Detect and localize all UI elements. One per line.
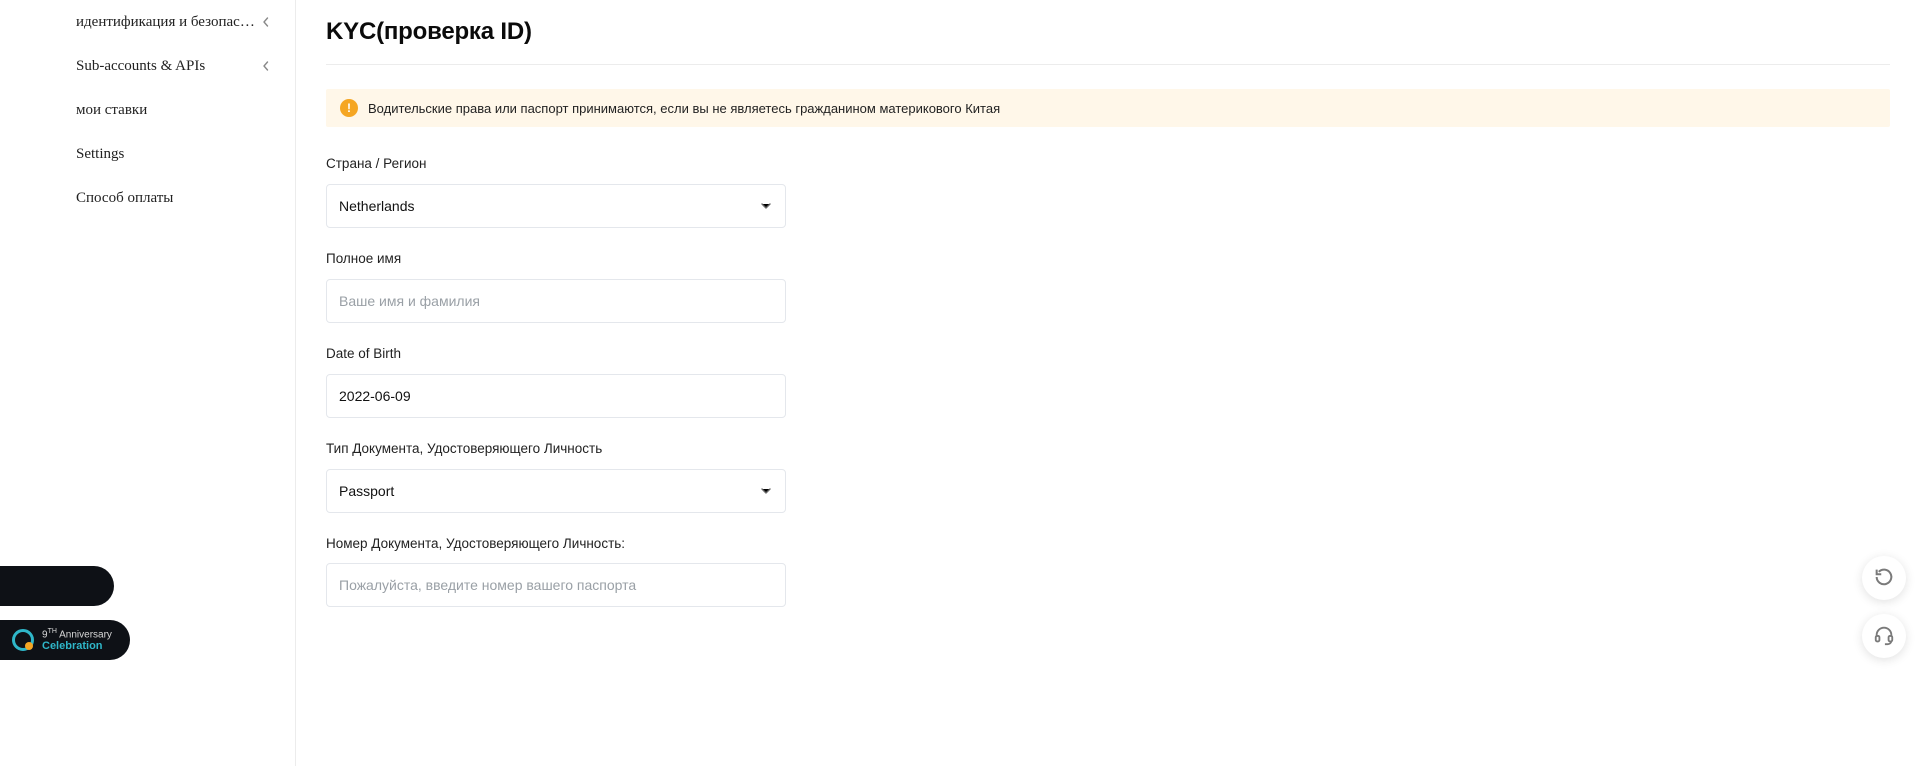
sidebar-item-identification-security[interactable]: идентификация и безопасно… (0, 0, 295, 44)
field-label: Страна / Регион (326, 155, 786, 174)
doc-number-control (326, 563, 786, 607)
field-label: Date of Birth (326, 345, 786, 364)
chevron-left-icon (261, 61, 271, 71)
sidebar-item-label: мои ставки (76, 102, 271, 119)
info-notice: ! Водительские права или паспорт принима… (326, 89, 1890, 127)
anniversary-pill[interactable]: 9TH Anniversary Celebration (0, 620, 130, 660)
anniversary-line1-suffix: Anniversary (57, 629, 112, 640)
field-label: Тип Документа, Удостоверяющего Личность (326, 440, 786, 459)
notice-text: Водительские права или паспорт принимают… (368, 101, 1000, 116)
anniversary-line2: Celebration (42, 640, 112, 652)
sidebar-item-label: идентификация и безопасно… (76, 14, 255, 31)
field-doc-type: Тип Документа, Удостоверяющего Личность … (326, 440, 786, 513)
headset-icon (1873, 624, 1895, 649)
sidebar-item-label: Sub-accounts & APIs (76, 58, 255, 75)
doc-type-select[interactable]: Passport (326, 469, 786, 513)
field-country: Страна / Регион Netherlands (326, 155, 786, 228)
side-action-buttons (1862, 556, 1906, 658)
warning-icon: ! (340, 99, 358, 117)
doc-number-input[interactable] (339, 564, 773, 606)
field-label: Номер Документа, Удостоверяющего Личност… (326, 535, 786, 554)
page-title: KYC(проверка ID) (326, 18, 1890, 46)
sidebar-item-payment-method[interactable]: Способ оплаты (0, 176, 295, 220)
dob-control (326, 374, 786, 418)
anniversary-ring-icon (12, 629, 34, 651)
refresh-icon (1873, 566, 1895, 591)
support-button[interactable] (1862, 614, 1906, 658)
sidebar-item-label: Settings (76, 146, 271, 163)
floating-pills: 9TH Anniversary Celebration (0, 566, 130, 660)
kyc-form: Страна / Регион Netherlands Полное имя D… (326, 155, 786, 607)
select-value: Netherlands (339, 198, 759, 214)
refresh-button[interactable] (1862, 556, 1906, 600)
field-dob: Date of Birth (326, 345, 786, 418)
dob-input[interactable] (339, 375, 773, 417)
chevron-left-icon (261, 17, 271, 27)
field-full-name: Полное имя (326, 250, 786, 323)
full-name-input[interactable] (339, 280, 773, 322)
floating-pill-blank[interactable] (0, 566, 114, 606)
full-name-control (326, 279, 786, 323)
sidebar-item-my-stakes[interactable]: мои ставки (0, 88, 295, 132)
anniversary-text: 9TH Anniversary Celebration (42, 628, 112, 652)
select-value: Passport (339, 483, 759, 499)
chevron-down-icon (759, 199, 773, 213)
chevron-down-icon (759, 484, 773, 498)
field-doc-number: Номер Документа, Удостоверяющего Личност… (326, 535, 786, 608)
country-select[interactable]: Netherlands (326, 184, 786, 228)
field-label: Полное имя (326, 250, 786, 269)
sidebar-item-label: Способ оплаты (76, 190, 271, 207)
anniversary-line1-sup: TH (48, 628, 57, 635)
sidebar-item-subaccounts-apis[interactable]: Sub-accounts & APIs (0, 44, 295, 88)
divider (326, 64, 1890, 65)
main-content: KYC(проверка ID) ! Водительские права ил… (296, 0, 1920, 766)
sidebar-item-settings[interactable]: Settings (0, 132, 295, 176)
